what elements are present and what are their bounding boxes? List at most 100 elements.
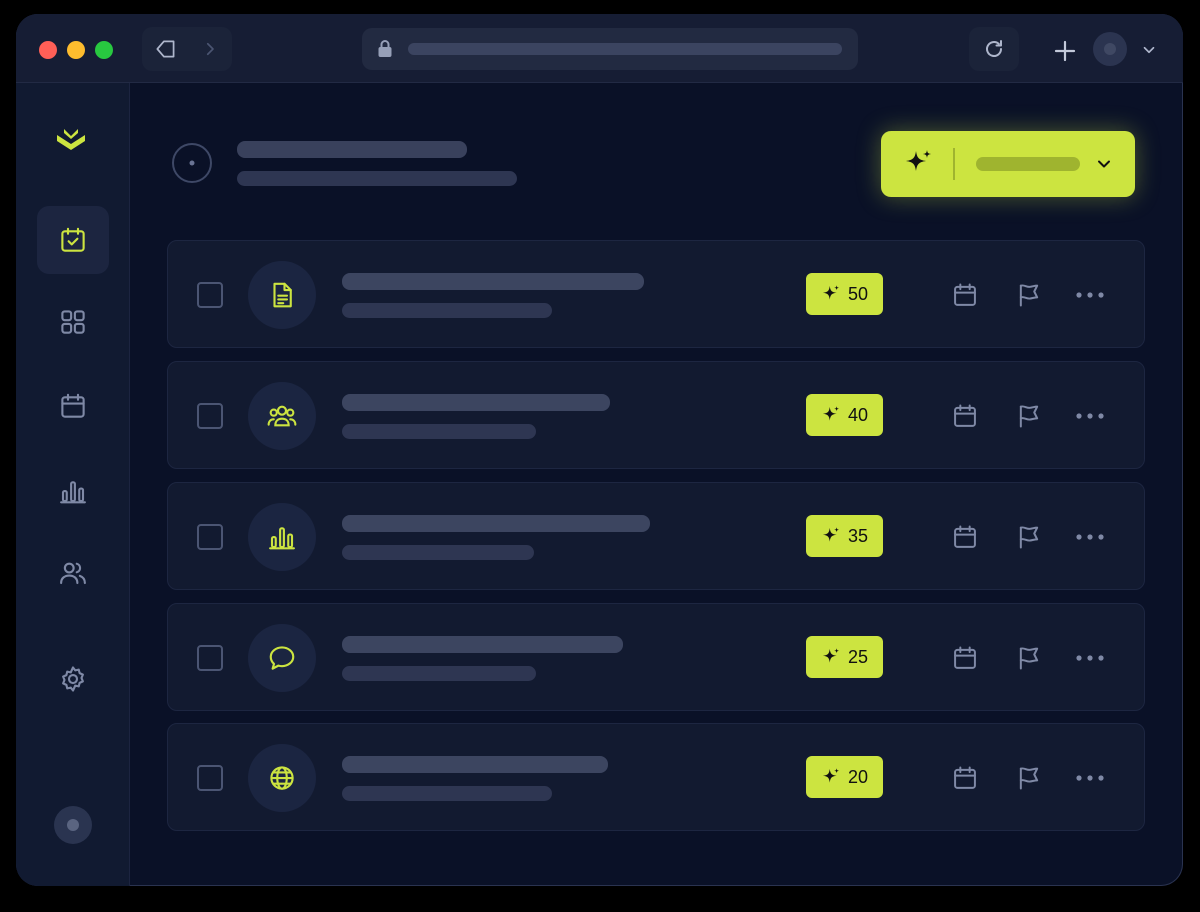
task-title-placeholder (342, 394, 610, 411)
new-tab-button[interactable] (1050, 36, 1080, 66)
score-badge: 25 (806, 636, 883, 678)
calendar-icon (954, 525, 976, 548)
task-title-placeholder (342, 515, 650, 532)
document-icon (273, 282, 292, 308)
task-row[interactable]: 40 (167, 361, 1145, 469)
task-icon-container (248, 744, 316, 812)
avatar-icon (67, 819, 79, 831)
page-header-icon (172, 143, 212, 183)
task-row[interactable]: 20 (167, 723, 1145, 831)
sidebar-item-calendar[interactable] (37, 372, 109, 440)
calendar-check-icon (61, 227, 85, 252)
globe-icon (270, 766, 294, 790)
task-checkbox[interactable] (197, 645, 223, 671)
flag-button[interactable] (1013, 762, 1045, 794)
task-icon-container (248, 503, 316, 571)
task-title-placeholder (342, 756, 608, 773)
score-badge: 20 (806, 756, 883, 798)
score-value: 50 (847, 283, 869, 304)
flag-icon (1019, 526, 1039, 549)
task-checkbox[interactable] (197, 765, 223, 791)
task-row[interactable]: 50 (167, 240, 1145, 348)
task-subtitle-placeholder (342, 303, 552, 318)
task-icon-container (248, 261, 316, 329)
score-value: 25 (847, 646, 869, 667)
back-icon (156, 40, 175, 58)
more-options-button[interactable] (1074, 279, 1106, 311)
task-row[interactable]: 25 (167, 603, 1145, 711)
flag-button[interactable] (1013, 400, 1045, 432)
schedule-button[interactable] (949, 279, 981, 311)
sidebar-item-settings[interactable] (37, 645, 109, 713)
sidebar-item-analytics[interactable] (37, 457, 109, 525)
flag-button[interactable] (1013, 521, 1045, 553)
more-horizontal-icon (1076, 775, 1104, 781)
sparkle-icon (822, 285, 840, 300)
schedule-button[interactable] (949, 400, 981, 432)
schedule-button[interactable] (949, 642, 981, 674)
sparkle-icon (822, 768, 840, 783)
sidebar-item-dashboard[interactable] (37, 288, 109, 356)
sparkle-icon (822, 648, 840, 663)
minimize-window-button[interactable] (67, 41, 85, 59)
task-row[interactable]: 35 (167, 482, 1145, 590)
score-value: 20 (847, 766, 869, 787)
profile-avatar[interactable] (1093, 32, 1127, 66)
score-value: 35 (847, 525, 869, 546)
main-content: 50 40 35 25 20 (130, 83, 1183, 886)
sparkle-icon (822, 527, 840, 542)
sidebar-item-tasks[interactable] (37, 206, 109, 274)
bar-chart-icon (269, 527, 295, 550)
ai-button-label-placeholder (976, 157, 1080, 171)
back-button[interactable] (144, 27, 188, 71)
profile-menu-button[interactable] (1137, 38, 1161, 62)
flag-button[interactable] (1013, 279, 1045, 311)
more-options-button[interactable] (1074, 762, 1106, 794)
task-checkbox[interactable] (197, 282, 223, 308)
reload-button-container (969, 27, 1019, 71)
more-horizontal-icon (1076, 534, 1104, 540)
task-title-placeholder (342, 636, 623, 653)
maximize-window-button[interactable] (95, 41, 113, 59)
ai-action-button[interactable] (881, 131, 1135, 197)
schedule-button[interactable] (949, 521, 981, 553)
navigation-group (142, 27, 232, 71)
flag-button[interactable] (1013, 642, 1045, 674)
users-icon (267, 405, 297, 427)
url-text-placeholder (408, 43, 842, 55)
avatar-icon (1104, 43, 1116, 55)
plus-icon (1054, 40, 1076, 62)
calendar-icon (954, 646, 976, 669)
task-checkbox[interactable] (197, 524, 223, 550)
more-options-button[interactable] (1074, 400, 1106, 432)
sidebar (16, 83, 130, 886)
more-options-button[interactable] (1074, 642, 1106, 674)
grid-icon (61, 310, 85, 334)
lock-icon (378, 40, 392, 57)
task-checkbox[interactable] (197, 403, 223, 429)
page-title-placeholder (237, 141, 467, 158)
schedule-button[interactable] (949, 762, 981, 794)
reload-button[interactable] (969, 27, 1019, 71)
sparkle-icon (906, 150, 931, 171)
task-title-placeholder (342, 273, 644, 290)
task-icon-container (248, 382, 316, 450)
address-bar[interactable] (362, 28, 858, 70)
browser-window: 50 40 35 25 20 (16, 14, 1183, 886)
calendar-icon (954, 283, 976, 306)
more-horizontal-icon (1076, 292, 1104, 298)
forward-icon (206, 42, 214, 56)
sidebar-item-team[interactable] (37, 539, 109, 607)
calendar-icon (954, 766, 976, 789)
calendar-icon (61, 393, 85, 418)
bar-chart-icon (60, 481, 86, 504)
sparkle-icon (822, 406, 840, 421)
score-badge: 40 (806, 394, 883, 436)
task-subtitle-placeholder (342, 545, 534, 560)
more-options-button[interactable] (1074, 521, 1106, 553)
users-icon (60, 562, 86, 585)
reload-icon (986, 40, 1002, 57)
user-avatar[interactable] (54, 806, 92, 844)
close-window-button[interactable] (39, 41, 57, 59)
forward-button[interactable] (188, 27, 232, 71)
